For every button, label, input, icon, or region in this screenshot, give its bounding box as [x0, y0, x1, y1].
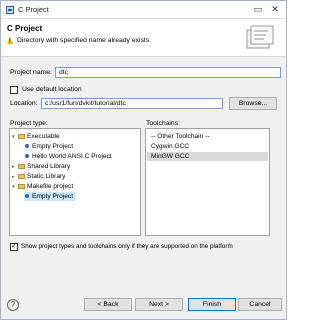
- finish-button[interactable]: Finish: [188, 298, 236, 311]
- tree-item-makefile-empty-project[interactable]: Empty Project: [24, 192, 76, 201]
- wizard-header: C Project ! Directory with specified nam…: [1, 19, 286, 57]
- show-supported-label: Show project types and toolchains only i…: [21, 243, 233, 250]
- warning-icon: !: [7, 37, 13, 44]
- use-default-location-checkbox[interactable]: [10, 86, 18, 94]
- project-type-tree[interactable]: ▾ Executable Empty Project Hello World AN…: [9, 128, 141, 236]
- tree-item-executable[interactable]: ▾ Executable: [12, 132, 60, 141]
- location-input[interactable]: c:/usr1/fun/dvkit/tutorial/dtc: [41, 98, 223, 109]
- toolchains-list[interactable]: -- Other Toolchain -- Cygwin GCC MinGW G…: [145, 128, 270, 236]
- window-title: C Project: [18, 5, 49, 14]
- project-type-icon: [25, 194, 29, 199]
- toolchain-item-mingw[interactable]: MinGW GCC: [147, 152, 268, 161]
- toolchain-item-cygwin[interactable]: Cygwin GCC: [147, 142, 268, 151]
- folder-icon: [18, 163, 25, 169]
- project-name-input[interactable]: dtc: [55, 67, 281, 78]
- close-icon[interactable]: ✕: [270, 4, 280, 15]
- page-title: C Project: [7, 24, 43, 33]
- toolchains-label: Toolchains:: [146, 120, 181, 127]
- project-type-label: Project type:: [10, 120, 48, 127]
- use-default-location-label: Use default location: [22, 86, 82, 93]
- tree-item-empty-project[interactable]: Empty Project: [24, 142, 73, 151]
- folder-icon: [18, 173, 25, 179]
- tree-item-makefile-project[interactable]: ▾ Makefile project: [12, 182, 73, 191]
- tree-item-shared-library[interactable]: ▸ Shared Library: [12, 162, 70, 171]
- folder-icon: [18, 133, 25, 139]
- cancel-button[interactable]: Cancel: [238, 298, 282, 311]
- project-type-icon: [25, 144, 29, 149]
- project-name-label: Project name:: [10, 69, 52, 76]
- browse-button[interactable]: Browse...: [229, 97, 277, 110]
- help-icon[interactable]: ?: [7, 299, 19, 311]
- new-project-dialog: C Project ▭ ✕ C Project ! Directory with…: [0, 0, 287, 320]
- minimize-icon[interactable]: ▭: [253, 4, 263, 15]
- eclipse-app-icon: [6, 6, 14, 14]
- location-label: Location:: [10, 100, 38, 107]
- new-project-banner-icon: [246, 25, 274, 49]
- tree-item-static-library[interactable]: ▸ Static Library: [12, 172, 65, 181]
- back-button[interactable]: < Back: [84, 298, 132, 311]
- project-type-icon: [25, 154, 29, 159]
- show-supported-checkbox[interactable]: [10, 242, 18, 251]
- next-button[interactable]: Next >: [135, 298, 183, 311]
- title-bar: C Project ▭ ✕: [1, 1, 286, 19]
- error-message: Directory with specified name already ex…: [17, 37, 152, 44]
- folder-icon: [18, 183, 25, 189]
- tree-item-hello-world[interactable]: Hello World ANSI C Project: [24, 152, 112, 161]
- toolchain-item-other[interactable]: -- Other Toolchain --: [147, 132, 268, 141]
